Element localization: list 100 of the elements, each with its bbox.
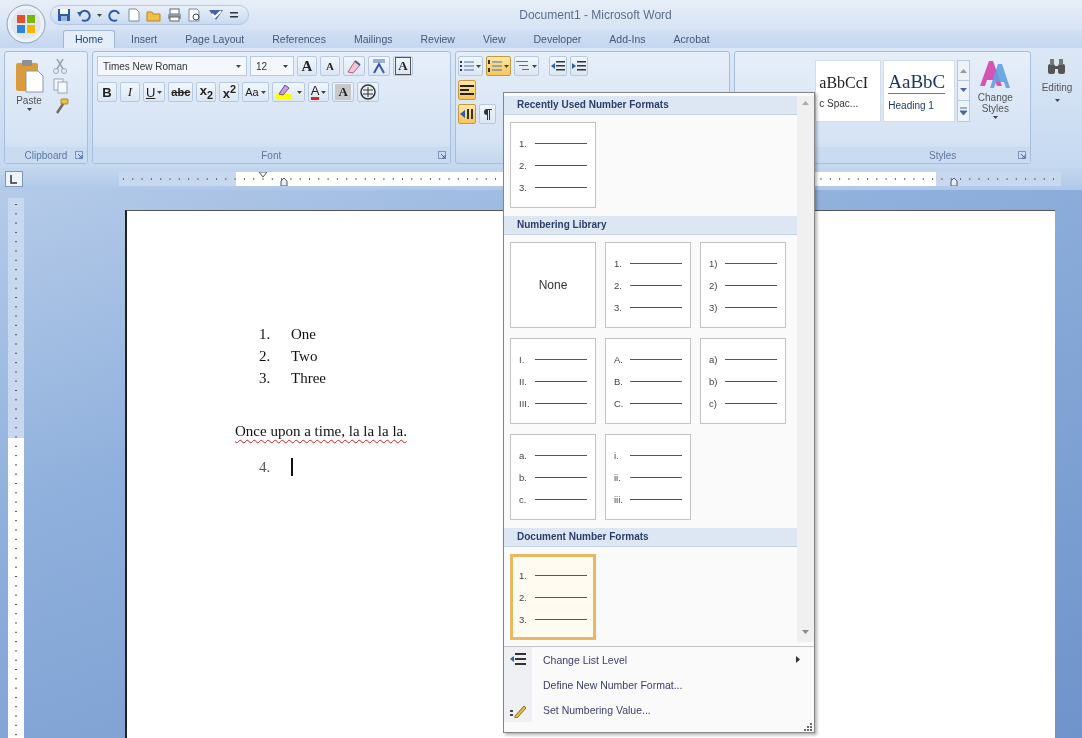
enclose-characters-icon[interactable] bbox=[356, 82, 379, 102]
ribbon-tab[interactable]: Review bbox=[408, 30, 467, 48]
font-color-button[interactable]: A bbox=[307, 82, 330, 102]
text-direction-button[interactable] bbox=[457, 104, 476, 124]
ribbon-tab[interactable]: Acrobat bbox=[661, 30, 722, 48]
underline-button[interactable]: U bbox=[142, 82, 166, 102]
dialog-launcher-icon[interactable] bbox=[437, 151, 446, 159]
window-title: Document1 - Microsoft Word bbox=[518, 8, 673, 22]
caret-icon bbox=[531, 64, 537, 68]
list-marker: II. bbox=[519, 375, 528, 387]
menu-section-header: Numbering Library bbox=[504, 216, 797, 235]
numbering-format-option[interactable]: a. b. c. bbox=[510, 434, 596, 520]
list-marker: B. bbox=[614, 375, 624, 387]
printer-icon[interactable] bbox=[167, 8, 182, 22]
scrollbar[interactable] bbox=[797, 96, 814, 642]
undo-icon[interactable] bbox=[77, 8, 91, 22]
format-painter-icon[interactable] bbox=[53, 98, 69, 114]
subscript-button[interactable]: x$_{2}$ bbox=[196, 82, 217, 102]
list-item-text: Two bbox=[291, 347, 318, 366]
numbering-format-option[interactable]: a) b) c) bbox=[700, 338, 786, 424]
customize-icon[interactable] bbox=[230, 11, 238, 19]
list-marker: iii. bbox=[614, 493, 624, 505]
text-effect-button[interactable]: A bbox=[332, 82, 354, 102]
italic-button[interactable]: I bbox=[119, 82, 140, 102]
font-name-field[interactable]: Times New Roman bbox=[96, 56, 247, 76]
list-number: 2. bbox=[259, 347, 272, 366]
numbering-format-option[interactable]: 1. 2. 3. bbox=[510, 122, 596, 208]
caret-icon bbox=[260, 90, 266, 94]
ribbon-tab[interactable]: Home bbox=[63, 30, 115, 48]
grow-font-button[interactable]: A bbox=[296, 56, 317, 76]
formatting-marks-button[interactable] bbox=[478, 104, 496, 124]
caret-icon bbox=[321, 90, 327, 94]
list-marker: i. bbox=[614, 449, 620, 461]
numbering-format-option[interactable]: A. B. C. bbox=[605, 338, 691, 424]
ribbon-tab[interactable]: Add-Ins bbox=[597, 30, 658, 48]
spelling-check-icon[interactable] bbox=[208, 8, 224, 22]
phonetic-guide-icon[interactable] bbox=[367, 56, 390, 76]
ribbon-tab[interactable]: View bbox=[470, 30, 518, 48]
resize-grip-icon[interactable] bbox=[804, 723, 812, 731]
style-gallery-item[interactable]: AaBbC Heading 1 bbox=[883, 60, 956, 122]
ribbon-tab[interactable]: Mailings bbox=[341, 30, 405, 48]
menu-section-header: Document Number Formats bbox=[504, 528, 797, 547]
paste-button[interactable]: Paste bbox=[9, 56, 49, 143]
strikethrough-button[interactable]: abc bbox=[168, 82, 194, 102]
list-marker: c. bbox=[519, 493, 528, 505]
caret-icon bbox=[157, 90, 163, 94]
bullets-button[interactable] bbox=[457, 56, 483, 76]
print-preview-icon[interactable] bbox=[188, 8, 202, 22]
clear-formatting-icon[interactable] bbox=[342, 56, 365, 76]
caret-icon bbox=[26, 108, 32, 111]
increase-indent-button[interactable] bbox=[569, 56, 588, 76]
list-marker: 1) bbox=[709, 257, 719, 269]
group-label: Styles bbox=[929, 149, 957, 161]
list-marker: A. bbox=[614, 353, 624, 365]
shrink-font-button[interactable]: A bbox=[319, 56, 340, 76]
list-item-text: Three bbox=[291, 369, 326, 388]
list-marker: 3. bbox=[519, 181, 528, 193]
gallery-scroll-control[interactable] bbox=[957, 60, 971, 122]
font-size-field[interactable]: 12 bbox=[249, 56, 294, 76]
list-number: 1. bbox=[259, 325, 272, 344]
decrease-indent-icon bbox=[550, 60, 565, 72]
dialog-launcher-icon[interactable] bbox=[1018, 151, 1026, 159]
style-gallery-item[interactable]: aBbCcI c Spac... bbox=[815, 60, 882, 122]
caret-icon bbox=[475, 64, 481, 68]
align-left-button[interactable] bbox=[457, 80, 476, 100]
change-styles-button[interactable]: Change Styles bbox=[972, 56, 1019, 145]
numbering-format-option[interactable]: 1. 2. 3. bbox=[605, 242, 691, 328]
tab-selector-button[interactable] bbox=[5, 171, 23, 187]
highlighter-icon[interactable] bbox=[271, 82, 305, 102]
menu-item[interactable]: Set Numbering Value... bbox=[504, 697, 814, 722]
editing-button[interactable]: Editing bbox=[1036, 56, 1078, 104]
caret-icon bbox=[503, 64, 509, 68]
ribbon-tab[interactable]: Insert bbox=[119, 30, 170, 48]
decrease-indent-button[interactable] bbox=[548, 56, 567, 76]
numbering-format-option[interactable]: None bbox=[510, 242, 596, 328]
character-border-button[interactable]: A bbox=[392, 56, 413, 76]
numbering-format-option[interactable]: 1) 2) 3) bbox=[700, 242, 786, 328]
increase-indent-icon bbox=[571, 60, 586, 72]
numbering-format-option[interactable]: 1. 2. 3. bbox=[510, 554, 596, 640]
ribbon-tab[interactable]: Page Layout bbox=[173, 30, 257, 48]
enclose-characters-icon bbox=[359, 84, 376, 100]
caret-icon[interactable] bbox=[97, 13, 102, 17]
change-case-button[interactable]: Aa bbox=[242, 82, 269, 102]
superscript-button[interactable]: x$^{2}$ bbox=[219, 82, 240, 102]
multilevel-list-button[interactable] bbox=[513, 56, 539, 76]
redo-icon[interactable] bbox=[108, 8, 122, 22]
ribbon-tab[interactable]: Developer bbox=[521, 30, 594, 48]
bold-button[interactable]: B bbox=[96, 82, 117, 102]
list-marker: I. bbox=[519, 353, 526, 365]
numbering-format-option[interactable]: I. II. III. bbox=[510, 338, 596, 424]
save-icon[interactable] bbox=[57, 8, 71, 22]
menu-item[interactable]: Change List Level bbox=[504, 647, 814, 672]
numbering-format-option[interactable]: i. ii. iii. bbox=[605, 434, 691, 520]
list-marker: b. bbox=[519, 471, 528, 483]
menu-item[interactable]: Define New Number Format... bbox=[504, 672, 814, 697]
numbering-button[interactable] bbox=[485, 56, 511, 76]
caret-icon bbox=[235, 64, 241, 68]
list-level-icon bbox=[510, 652, 526, 666]
dialog-launcher-icon[interactable] bbox=[74, 151, 83, 159]
ribbon-tab[interactable]: References bbox=[260, 30, 338, 48]
